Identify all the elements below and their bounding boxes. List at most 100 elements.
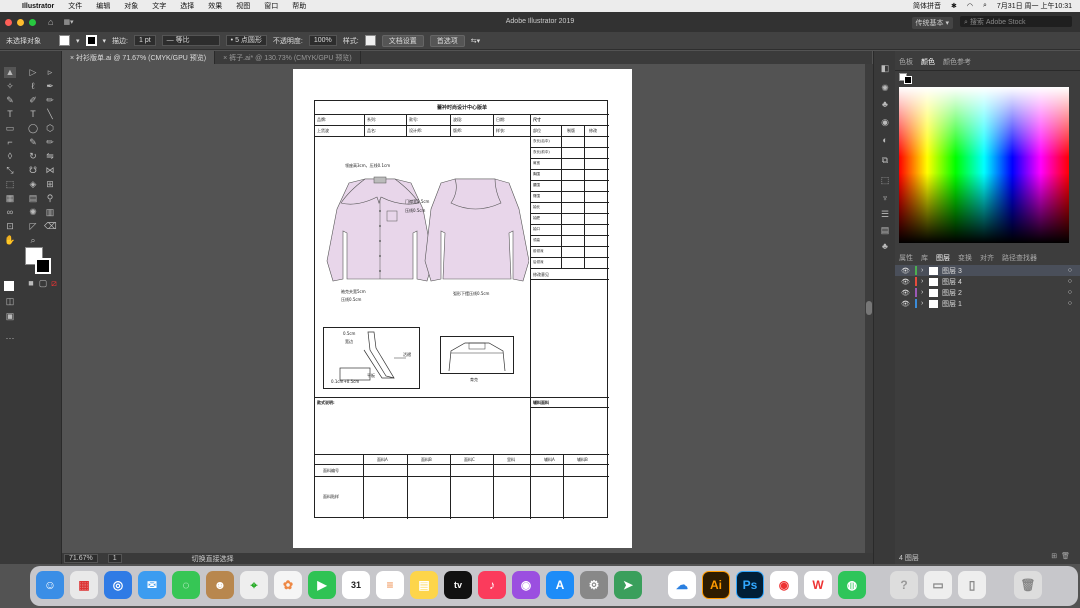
hand-tool-icon[interactable]: ✋: [4, 235, 16, 246]
vertical-scrollbar[interactable]: [865, 64, 873, 553]
target-icon[interactable]: ○: [1068, 289, 1072, 296]
mesh-icon[interactable]: ▦: [4, 193, 16, 204]
photoshop-icon[interactable]: Ps: [736, 571, 764, 599]
eraser-icon[interactable]: ◊: [4, 151, 16, 162]
pathfinder-icon[interactable]: ♆: [879, 193, 891, 204]
blend-icon[interactable]: ∞: [4, 207, 16, 218]
draw-mode-icon[interactable]: ◫: [4, 296, 16, 307]
target-icon[interactable]: ○: [1068, 278, 1072, 285]
slice-icon[interactable]: ◸: [27, 221, 39, 232]
shaper-icon[interactable]: ✎: [27, 137, 39, 148]
podcasts-icon[interactable]: ◉: [512, 571, 540, 599]
artboard[interactable]: 蕾衿时尚设计中心版单 品牌: 系列: 款号: 波段: 日期: 上货波 品名: 设…: [293, 69, 632, 548]
menu-item-window[interactable]: 窗口: [264, 1, 278, 11]
messages-icon[interactable]: ◌: [172, 571, 200, 599]
mail-icon[interactable]: ✉: [138, 571, 166, 599]
scale-tool-icon[interactable]: ⤡: [4, 165, 16, 176]
symbols-panel-icon[interactable]: ♣: [879, 99, 891, 110]
column-graph-icon[interactable]: ▥: [44, 207, 56, 218]
clock[interactable]: 7月31日 周一 上午10:31: [997, 1, 1072, 11]
photos-icon[interactable]: ✿: [274, 571, 302, 599]
curvature-icon[interactable]: ✐: [27, 95, 39, 106]
wps-icon[interactable]: W: [804, 571, 832, 599]
free-transform-icon[interactable]: ⬚: [4, 179, 16, 190]
layer-row[interactable]: 👁 › 图层 2 ○: [895, 287, 1080, 298]
minimize-window-button[interactable]: [17, 18, 24, 26]
menu-item-type[interactable]: 文字: [152, 1, 166, 11]
pen-tool-icon[interactable]: ✎: [4, 95, 16, 106]
stroke-weight-input[interactable]: 1 pt: [133, 35, 156, 46]
illustrator-icon[interactable]: Ai: [702, 571, 730, 599]
magic-wand-icon[interactable]: ✧: [4, 81, 16, 92]
color-spectrum[interactable]: [899, 87, 1069, 243]
reminders-icon[interactable]: ≡: [376, 571, 404, 599]
arrange-documents-icon[interactable]: ▦▾: [63, 18, 73, 26]
menu-item-object[interactable]: 对象: [124, 1, 138, 11]
input-method[interactable]: 简体拼音: [913, 1, 941, 11]
small-fill-swatch[interactable]: [4, 281, 14, 291]
workspace-switcher[interactable]: 传统基本 ▾: [911, 17, 953, 29]
expand-icon[interactable]: ›: [921, 300, 929, 307]
transform-icon[interactable]: ⬚: [879, 175, 891, 186]
warp-icon[interactable]: ☋: [27, 165, 39, 176]
app-menu[interactable]: Illustrator: [22, 3, 54, 10]
screen-mode-icon[interactable]: ▣: [4, 311, 16, 322]
gradient-panel-icon[interactable]: ▤: [879, 225, 891, 236]
arrange-icon[interactable]: ⇆▾: [471, 37, 480, 45]
none-mode-icon[interactable]: ⧄: [48, 278, 60, 289]
layer-actions[interactable]: ⊞🗑: [1051, 552, 1074, 560]
menu-item-file[interactable]: 文件: [68, 1, 82, 11]
wifi-icon[interactable]: ◠: [967, 2, 973, 10]
width-icon[interactable]: ⋈: [44, 165, 56, 176]
tab-properties[interactable]: 属性: [899, 253, 913, 263]
stroke-label[interactable]: 描边:: [112, 36, 128, 46]
expand-icon[interactable]: ›: [921, 278, 929, 285]
eraser-tool-icon[interactable]: ⌫: [44, 221, 57, 232]
gradient-icon[interactable]: ▤: [27, 193, 39, 204]
appearance-icon[interactable]: ◐: [879, 135, 891, 146]
downloads-stack-icon[interactable]: ▯: [958, 571, 986, 599]
stock-search-input[interactable]: ⌕ 搜索 Adobe Stock: [960, 16, 1072, 27]
shape-builder-icon[interactable]: ◈: [27, 179, 39, 190]
symbol-sprayer-icon[interactable]: ✺: [27, 207, 39, 218]
menu-item-select[interactable]: 选择: [180, 1, 194, 11]
layer-row[interactable]: 👁 › 图层 4 ○: [895, 276, 1080, 287]
chevron-down-icon[interactable]: ▾: [103, 37, 107, 45]
libraries-icon[interactable]: ♣: [879, 241, 891, 252]
brush-select[interactable]: • 5 点圆形: [225, 35, 267, 46]
reflect-icon[interactable]: ⇋: [44, 151, 56, 162]
zoom-select[interactable]: 71.67%: [64, 554, 98, 563]
new-layer-icon[interactable]: ⊞: [1051, 553, 1061, 560]
close-window-button[interactable]: [5, 18, 12, 26]
paintbrush-icon[interactable]: ⌐: [4, 137, 16, 148]
maps-icon[interactable]: ⌖: [240, 571, 268, 599]
document-setup-button[interactable]: 文档设置: [381, 34, 424, 47]
notes-icon[interactable]: ▤: [410, 571, 438, 599]
chevron-down-icon[interactable]: ▾: [76, 37, 80, 45]
spotlight-icon[interactable]: ⌕: [983, 2, 987, 10]
anchor-icon[interactable]: ✏: [44, 95, 56, 106]
fill-swatch[interactable]: [59, 35, 70, 46]
artboard-select[interactable]: 1: [107, 554, 122, 563]
tab-pants-doc[interactable]: × 裤子.ai* @ 130.73% (CMYK/GPU 预览): [215, 51, 361, 64]
layer-name[interactable]: 图层 4: [942, 277, 962, 287]
launchpad-icon[interactable]: ▦: [70, 571, 98, 599]
facetime-icon[interactable]: ▶: [308, 571, 336, 599]
menu-item-effect[interactable]: 效果: [208, 1, 222, 11]
contacts-icon[interactable]: ☻: [206, 571, 234, 599]
opacity-label[interactable]: 不透明度:: [273, 36, 303, 46]
tv-icon[interactable]: tv: [444, 571, 472, 599]
swatches-panel-icon[interactable]: ◧: [879, 63, 891, 74]
layer-name[interactable]: 图层 1: [942, 299, 962, 309]
eye-icon[interactable]: 👁: [901, 289, 915, 297]
lasso-icon[interactable]: ℓ: [27, 81, 39, 92]
home-icon[interactable]: ⌂: [48, 17, 53, 27]
tab-libraries[interactable]: 库: [921, 253, 928, 263]
color-mode-icon[interactable]: ■: [25, 278, 37, 289]
tab-align[interactable]: 对齐: [980, 253, 994, 263]
style-swatch[interactable]: [364, 35, 376, 46]
group-selection-icon[interactable]: ▹: [44, 67, 56, 78]
baidu-netdisk-icon[interactable]: ☁: [668, 571, 696, 599]
pencil-icon[interactable]: ✏: [44, 137, 56, 148]
documents-stack-icon[interactable]: ▭: [924, 571, 952, 599]
